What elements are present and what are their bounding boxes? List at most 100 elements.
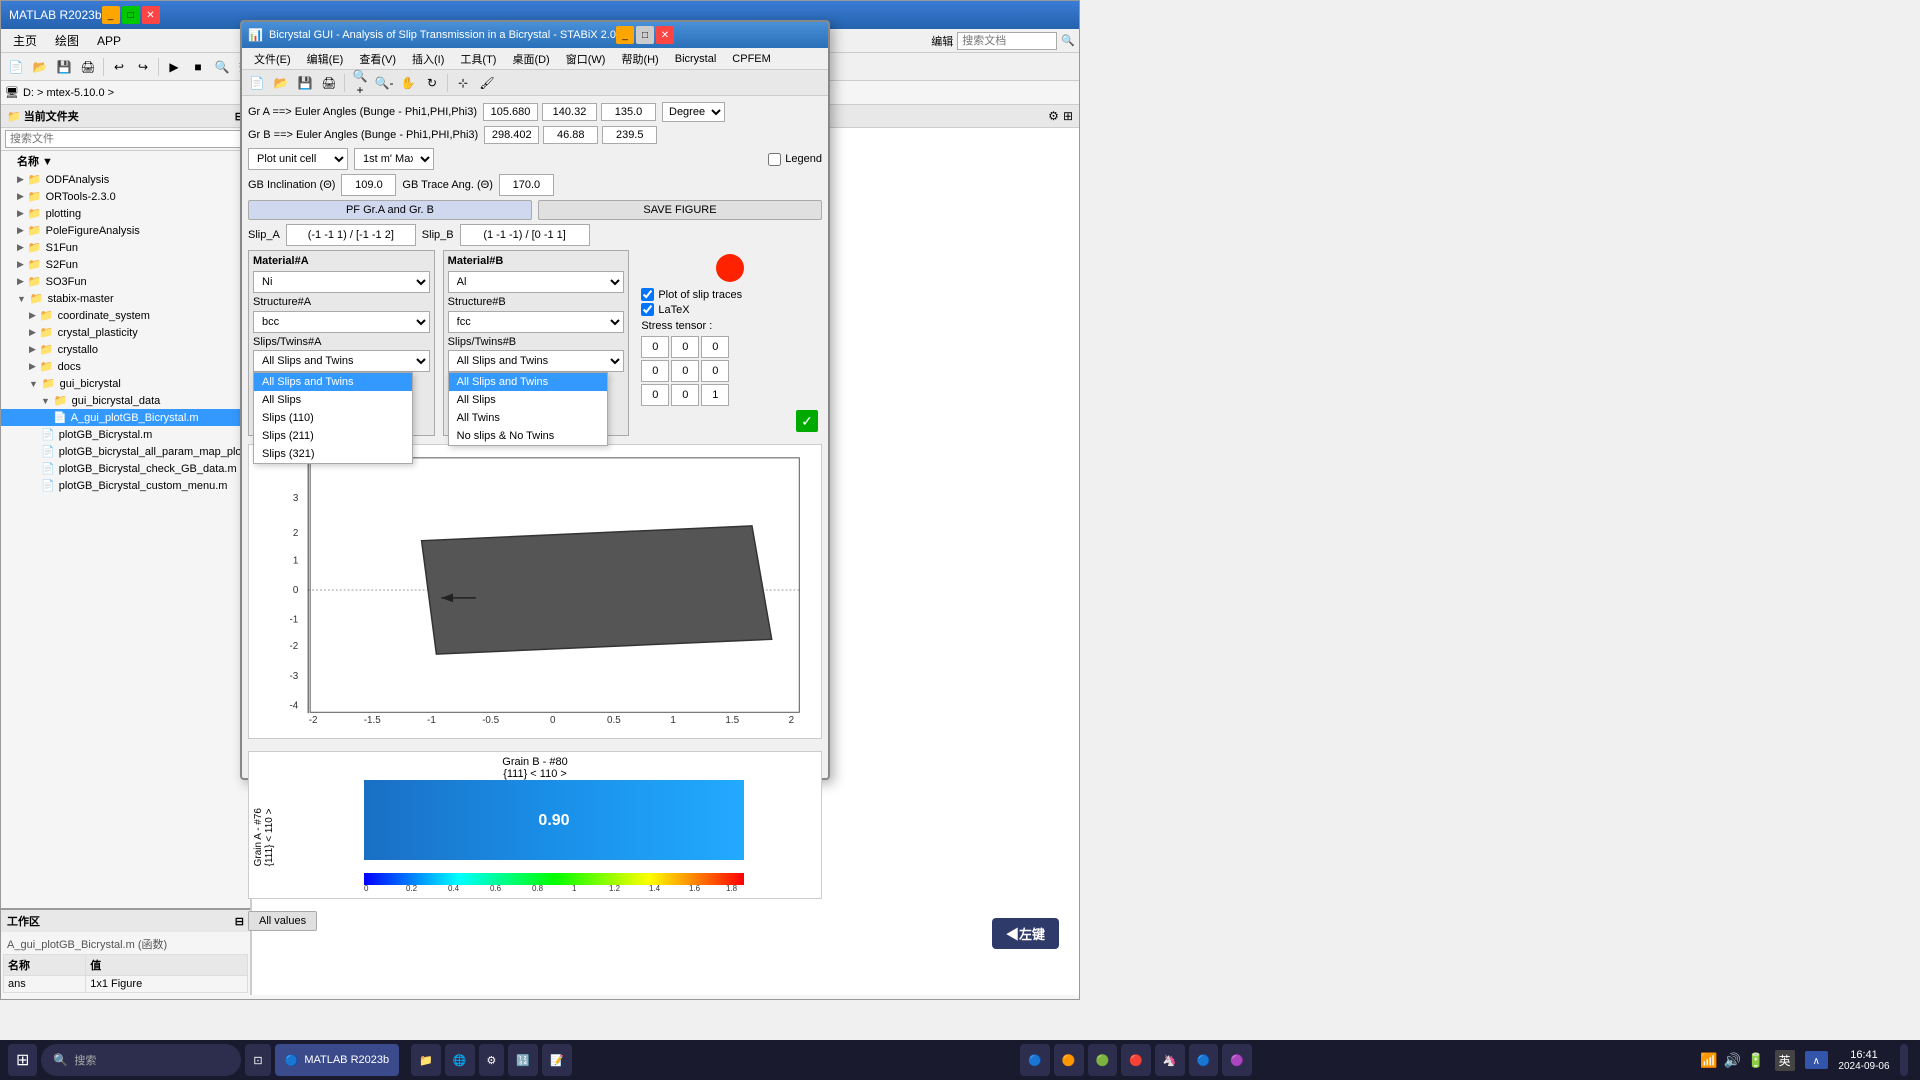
bc-tb-print[interactable]: 🖨 xyxy=(318,72,340,94)
material-b-select[interactable]: Al Ni Fe xyxy=(448,271,625,293)
bc-menu-desktop[interactable]: 桌面(D) xyxy=(504,49,557,69)
toolbar-print-btn[interactable]: 🖨 xyxy=(77,56,99,78)
slip-option-211[interactable]: Slips (211) xyxy=(254,427,412,445)
tree-item-ortools[interactable]: ▶ 📁 ORTools-2.3.0 xyxy=(1,188,250,205)
workspace-row-ans[interactable]: ans 1x1 Figure xyxy=(4,976,248,993)
bc-tb-open[interactable]: 📂 xyxy=(270,72,292,94)
pf-button[interactable]: PF Gr.A and Gr. B xyxy=(248,200,532,220)
slip-option-110[interactable]: Slips (110) xyxy=(254,409,412,427)
toolbar-zoom-btn[interactable]: 🔍 xyxy=(211,56,233,78)
win-center-app3[interactable]: 🟢 xyxy=(1088,1044,1118,1076)
tensor-20[interactable] xyxy=(641,384,669,406)
tree-item-crystallo[interactable]: ▶ 📁 crystallo xyxy=(1,341,250,358)
tree-item-polefigure[interactable]: ▶ 📁 PoleFigureAnalysis xyxy=(1,222,250,239)
degree-select[interactable]: Degree Radian xyxy=(662,102,725,122)
slip-b-option-all-twins[interactable]: All Slips and Twins xyxy=(449,373,607,391)
bc-menu-view[interactable]: 查看(V) xyxy=(351,49,404,69)
menu-home[interactable]: 主页 xyxy=(5,30,45,51)
bc-menu-window[interactable]: 窗口(W) xyxy=(558,49,614,69)
tree-item-s2fun[interactable]: ▶ 📁 S2Fun xyxy=(1,256,250,273)
win-center-app7[interactable]: 🟣 xyxy=(1222,1044,1252,1076)
material-a-select[interactable]: Ni Al Fe xyxy=(253,271,430,293)
tensor-11[interactable] xyxy=(671,360,699,382)
save-figure-button[interactable]: SAVE FIGURE xyxy=(538,200,822,220)
tree-item-plotgb[interactable]: 📄 plotGB_Bicrystal.m xyxy=(1,426,250,443)
latex-checkbox[interactable] xyxy=(641,303,654,316)
euler-b-phi1[interactable] xyxy=(484,126,539,144)
menu-app[interactable]: APP xyxy=(89,32,129,50)
toolbar-new-btn[interactable]: 📄 xyxy=(5,56,27,78)
matlab-taskbar-item[interactable]: 🔵 MATLAB R2023b xyxy=(275,1044,400,1076)
taskbar-clock[interactable]: 16:41 2024-09-06 xyxy=(1834,1049,1894,1072)
win-center-app1[interactable]: 🔵 xyxy=(1020,1044,1050,1076)
win-center-app5[interactable]: 🦄 xyxy=(1155,1044,1185,1076)
win-center-app4[interactable]: 🔴 xyxy=(1121,1044,1151,1076)
tree-item-plotting[interactable]: ▶ 📁 plotting xyxy=(1,205,250,222)
tensor-22[interactable] xyxy=(701,384,729,406)
slip-b-option-all-slips[interactable]: All Slips xyxy=(449,391,607,409)
calculator-btn[interactable]: 🔢 xyxy=(508,1044,538,1076)
mmax-select[interactable]: 1st m' Max 2nd m' Max xyxy=(354,148,434,170)
bcc-a-select[interactable]: bcc fcc hcp xyxy=(253,311,430,333)
slip-option-321[interactable]: Slips (321) xyxy=(254,445,412,463)
menu-plot[interactable]: 绘图 xyxy=(47,30,87,51)
toolbar-stop-btn[interactable]: ■ xyxy=(187,56,209,78)
toolbar-undo-btn[interactable]: ↩ xyxy=(108,56,130,78)
euler-a-phi3[interactable] xyxy=(601,103,656,121)
taskbar-search[interactable]: 🔍 搜索 xyxy=(41,1044,241,1076)
cmd-detach-btn[interactable]: ⊞ xyxy=(1063,109,1073,123)
cmd-settings-btn[interactable]: ⚙ xyxy=(1048,109,1059,123)
euler-a-phi1[interactable] xyxy=(483,103,538,121)
tensor-12[interactable] xyxy=(701,360,729,382)
bc-tb-zoom-out[interactable]: 🔍- xyxy=(373,72,395,94)
bc-tb-zoom-in[interactable]: 🔍+ xyxy=(349,72,371,94)
tensor-01[interactable] xyxy=(671,336,699,358)
euler-a-phi[interactable] xyxy=(542,103,597,121)
slip-b-type-select[interactable]: All Slips and Twins All Slips All Twins … xyxy=(448,350,625,372)
bc-menu-help[interactable]: 帮助(H) xyxy=(613,49,666,69)
tree-item-custom-menu[interactable]: 📄 plotGB_Bicrystal_custom_menu.m xyxy=(1,477,250,494)
tree-item-all-param[interactable]: 📄 plotGB_bicrystal_all_param_map_plot.m xyxy=(1,443,250,460)
slip-b-input[interactable] xyxy=(460,224,590,246)
bc-tb-new[interactable]: 📄 xyxy=(246,72,268,94)
bc-menu-insert[interactable]: 插入(I) xyxy=(404,49,452,69)
file-search-input[interactable] xyxy=(5,130,246,148)
win-center-app2[interactable]: 🟠 xyxy=(1054,1044,1084,1076)
legend-checkbox[interactable] xyxy=(768,153,781,166)
euler-b-phi3[interactable] xyxy=(602,126,657,144)
all-values-button[interactable]: All values xyxy=(248,911,317,931)
tree-item-docs[interactable]: ▶ 📁 docs xyxy=(1,358,250,375)
tensor-21[interactable] xyxy=(671,384,699,406)
win-center-app6[interactable]: 🔵 xyxy=(1189,1044,1219,1076)
slip-a-input[interactable] xyxy=(286,224,416,246)
bc-menu-edit[interactable]: 编辑(E) xyxy=(299,49,352,69)
edge-btn[interactable]: 🌐 xyxy=(445,1044,475,1076)
tensor-00[interactable] xyxy=(641,336,669,358)
plot-slip-traces-checkbox[interactable] xyxy=(641,288,654,301)
notepad-btn[interactable]: 📝 xyxy=(542,1044,572,1076)
tree-item-check-gb[interactable]: 📄 plotGB_Bicrystal_check_GB_data.m xyxy=(1,460,250,477)
slip-option-all-slips[interactable]: All Slips xyxy=(254,391,412,409)
tree-item-s1fun[interactable]: ▶ 📁 S1Fun xyxy=(1,239,250,256)
gb-trace-input[interactable] xyxy=(499,174,554,196)
confirm-checkmark[interactable]: ✓ xyxy=(796,410,818,432)
toolbar-save-btn[interactable]: 💾 xyxy=(53,56,75,78)
show-desktop-btn[interactable] xyxy=(1900,1044,1908,1076)
bc-tb-save[interactable]: 💾 xyxy=(294,72,316,94)
plot-unit-cell-select[interactable]: Plot unit cell xyxy=(248,148,348,170)
tree-item-stabix[interactable]: ▼ 📁 stabix-master xyxy=(1,290,250,307)
slip-a-type-select[interactable]: All Slips and Twins All Slips Slips (110… xyxy=(253,350,430,372)
tree-item-gui-data[interactable]: ▼ 📁 gui_bicrystal_data xyxy=(1,392,250,409)
fcc-b-select[interactable]: bcc fcc hcp xyxy=(448,311,625,333)
settings-btn[interactable]: ⚙ xyxy=(479,1044,505,1076)
start-button[interactable]: ⊞ xyxy=(8,1044,37,1076)
tree-item-gui-bicrystal[interactable]: ▼ 📁 gui_bicrystal xyxy=(1,375,250,392)
slip-option-all-twins[interactable]: All Slips and Twins xyxy=(254,373,412,391)
bicrystal-close-btn[interactable]: ✕ xyxy=(656,26,674,44)
euler-b-phi[interactable] xyxy=(543,126,598,144)
toolbar-redo-btn[interactable]: ↪ xyxy=(132,56,154,78)
slip-b-option-no-slips[interactable]: No slips & No Twins xyxy=(449,427,607,445)
bc-tb-rotate[interactable]: ↻ xyxy=(421,72,443,94)
toolbar-open-btn[interactable]: 📂 xyxy=(29,56,51,78)
matlab-close-button[interactable]: ✕ xyxy=(142,6,160,24)
